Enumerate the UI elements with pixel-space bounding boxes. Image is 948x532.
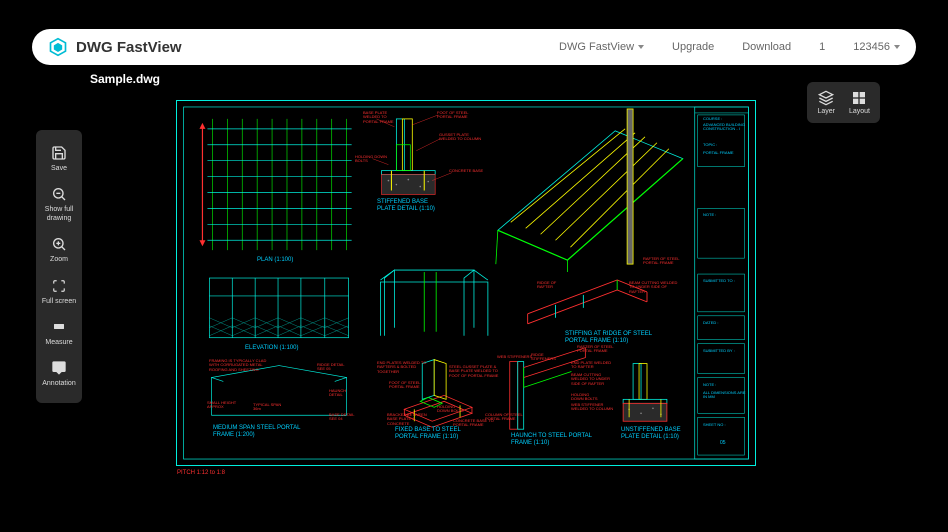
app-name: DWG FastView bbox=[76, 39, 182, 56]
label-rafter-portal: RAFTER OF STEEL PORTAL FRAME bbox=[577, 345, 621, 354]
zoom-button[interactable]: Zoom bbox=[38, 229, 80, 270]
chevron-down-icon bbox=[894, 45, 900, 49]
tb-advanced: ADVANCED BUILDING CONSTRUCTION - I bbox=[703, 123, 747, 132]
label-beam-cut2: BEAM CUTTING WELDED TO UNDER SIDE OF RAF… bbox=[571, 373, 617, 386]
label-framing: FRAMING IS TYPICALLY CLAD WITH CORRUGATE… bbox=[209, 359, 271, 372]
tb-topic: TOPIC : bbox=[703, 143, 717, 147]
label-bracket: BRACKET BETWEEN BASE PLATE & CONCRETE bbox=[387, 413, 431, 426]
fixed-base-title: FIXED BASE TO STEEL PORTAL FRAME (1:10) bbox=[395, 427, 473, 440]
plan-title: PLAN (1:100) bbox=[257, 257, 293, 264]
save-button[interactable]: Save bbox=[38, 138, 80, 179]
tool-label: Layer bbox=[817, 108, 835, 115]
upgrade-link[interactable]: Upgrade bbox=[672, 41, 714, 53]
right-toolbar: Layer Layout bbox=[807, 82, 880, 123]
label-haunch-det: HAUNCH DETAIL bbox=[329, 389, 357, 398]
label-concrete-base: CONCRETE BASE bbox=[449, 169, 483, 173]
haunch-title: HAUNCH TO STEEL PORTAL FRAME (1:10) bbox=[511, 433, 599, 446]
label-beam-cutting: BEAM CUTTING WELDED TO UNDER SIDE OF RAF… bbox=[629, 281, 679, 294]
tool-label: Annotation bbox=[42, 380, 75, 388]
annotation-icon bbox=[50, 359, 68, 377]
tb-note2: NOTE : bbox=[703, 383, 716, 387]
fullscreen-icon bbox=[50, 277, 68, 295]
logo-icon bbox=[48, 37, 68, 57]
stiffened-base-title: STIFFENED BASE PLATE DETAIL (1:10) bbox=[377, 199, 445, 212]
layout-icon bbox=[851, 90, 867, 106]
label-base-plate-welded: BASE PLATE WELDED TO PORTAL FRAME bbox=[363, 111, 403, 124]
tool-label: Full screen bbox=[42, 298, 76, 306]
unstiffened-title: UNSTIFFENED BASE PLATE DETAIL (1:10) bbox=[621, 427, 697, 440]
label-web-stiffeners: WEB STIFFENERS bbox=[497, 355, 537, 359]
zoom-extents-icon bbox=[50, 185, 68, 203]
label-small-height: SMALL HEIGHT APPROX bbox=[207, 401, 243, 410]
logo[interactable]: DWG FastView bbox=[48, 37, 182, 57]
annotation-button[interactable]: Annotation bbox=[38, 353, 80, 394]
label-column-steel: COLUMN OF STEEL PORTAL FRAME bbox=[485, 413, 529, 422]
label-holding-down: HOLDING DOWN BOLTS bbox=[355, 155, 387, 164]
tb-note1: NOTE : bbox=[703, 213, 716, 217]
layer-icon bbox=[818, 90, 834, 106]
tool-label: Layout bbox=[849, 108, 870, 115]
tool-label: Save bbox=[51, 165, 67, 173]
label-typical-span: TYPICAL SPAN 36m bbox=[253, 403, 289, 412]
tb-course: COURSE : bbox=[703, 117, 722, 121]
label-ridge-detail: RIDGE DETAIL SEE 05 bbox=[317, 363, 349, 372]
tb-portal: PORTAL FRAME bbox=[703, 151, 734, 155]
tool-label: Zoom bbox=[50, 256, 68, 264]
product-dropdown[interactable]: DWG FastView bbox=[559, 41, 644, 53]
tb-dated: DATED : bbox=[703, 321, 718, 325]
show-full-drawing-button[interactable]: Show full drawing bbox=[38, 179, 80, 229]
label-end-plate-welded: END PLATE WELDED TO RAFTER bbox=[571, 361, 615, 370]
measure-icon bbox=[50, 318, 68, 336]
elevation-title: ELEVATION (1:100) bbox=[245, 345, 298, 352]
layer-button[interactable]: Layer bbox=[811, 86, 841, 119]
file-tab[interactable]: Sample.dwg bbox=[90, 72, 160, 86]
app-header: DWG FastView DWG FastView Upgrade Downlo… bbox=[32, 29, 916, 65]
drawing-canvas[interactable]: PLAN (1:100) ELEVATION (1:100) STIFFENED… bbox=[176, 100, 756, 466]
label-gusset-plate: GUSSET PLATE WELDED TO COLUMN bbox=[439, 133, 485, 142]
label-holding2: HOLDING DOWN BOLTS bbox=[437, 405, 467, 414]
tb-sheet-no: SHEET NO : bbox=[703, 423, 726, 427]
label-pitch: PITCH 1:12 to 1:8 bbox=[177, 470, 225, 477]
user-id: 123456 bbox=[853, 41, 890, 53]
tool-label: Measure bbox=[45, 339, 72, 347]
tb-all-dims: ALL DIMENSIONS ARE IN MM bbox=[703, 391, 747, 400]
left-toolbar: Save Show full drawing Zoom Full screen … bbox=[36, 130, 82, 403]
save-icon bbox=[50, 144, 68, 162]
measure-button[interactable]: Measure bbox=[38, 312, 80, 353]
tb-sheet-val: 05 bbox=[720, 441, 726, 447]
stiffing-ridge-title: STIFFING AT RIDGE OF STEEL PORTAL FRAME … bbox=[565, 331, 665, 344]
label-web-stiffener2: WEB STIFFENER WELDED TO COLUMN bbox=[571, 403, 617, 412]
label-holding3: HOLDING DOWN BOLTS bbox=[571, 393, 601, 402]
label-foot-steel2: FOOT OF STEEL PORTAL FRAME bbox=[389, 381, 429, 390]
label-ridge-rafter: RIDGE OF RAFTER bbox=[537, 281, 573, 290]
download-link[interactable]: Download bbox=[742, 41, 791, 53]
medium-span-title: MEDIUM SPAN STEEL PORTAL FRAME (1:200) bbox=[213, 425, 303, 438]
zoom-icon bbox=[50, 235, 68, 253]
label-rafter-steel: RAFTER OF STEEL PORTAL FRAME bbox=[643, 257, 687, 266]
tb-submitted-to: SUBMITTED TO : bbox=[703, 279, 735, 283]
fullscreen-button[interactable]: Full screen bbox=[38, 271, 80, 312]
chevron-down-icon bbox=[638, 45, 644, 49]
product-dropdown-label: DWG FastView bbox=[559, 41, 634, 53]
layout-button[interactable]: Layout bbox=[843, 86, 876, 119]
user-menu[interactable]: 123456 bbox=[853, 41, 900, 53]
label-end-plates: END PLATES WELDED TO RAFTERS & BOLTED TO… bbox=[377, 361, 427, 374]
label-foot-of-steel: FOOT OF STEEL PORTAL FRAME bbox=[437, 111, 477, 120]
notification-count[interactable]: 1 bbox=[819, 41, 825, 53]
label-base-det: BASE DETAIL SEE 04 bbox=[329, 413, 357, 422]
tb-submitted-by: SUBMITTED BY : bbox=[703, 349, 735, 353]
label-steel-gusset: STEEL GUSSET PLATE & BASE PLATE WELDED T… bbox=[449, 365, 505, 378]
tool-label: Show full drawing bbox=[38, 206, 80, 223]
